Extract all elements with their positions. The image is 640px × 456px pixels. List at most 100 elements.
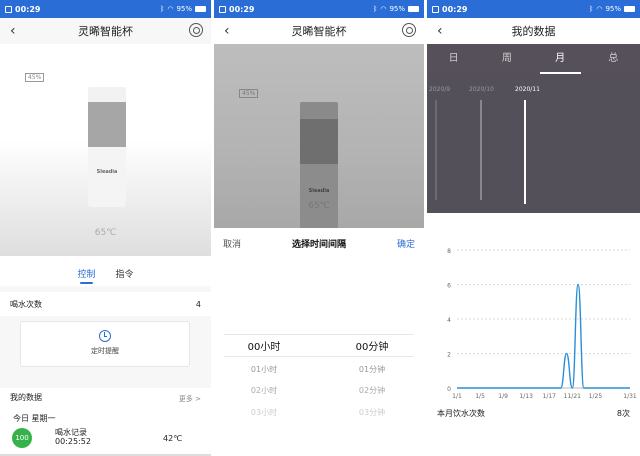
- my-data-screen: 00:29 ᛒ ◠ 95% ‹ 我的数据 日 周 月 总 2020/9 2020…: [427, 0, 640, 456]
- month-bar-active: [524, 100, 526, 204]
- control-tabs: 控制 指令: [0, 256, 211, 286]
- gear-icon[interactable]: [402, 23, 416, 37]
- series-line: [457, 283, 630, 389]
- x-tick-label: 1/5: [475, 393, 485, 400]
- hour-option[interactable]: 02小时: [224, 385, 304, 396]
- chart-footer: 本月饮水次数 8次: [427, 405, 640, 421]
- status-right: ᛒ ◠ 95%: [589, 5, 635, 13]
- chart-svg: 0 2 4 6 8 1/1 1/5 1/9 1/13 1/17 11/21 1/25 1/31: [447, 248, 637, 400]
- avatar: 100: [12, 428, 32, 448]
- month-bar: [435, 100, 437, 200]
- page-title: 灵晞智能杯: [291, 25, 347, 38]
- selection-line-top: [224, 334, 414, 335]
- x-tick-label: 1/25: [589, 393, 603, 400]
- bluetooth-icon: ᛒ: [589, 5, 594, 13]
- title-bar: ‹ 我的数据: [427, 18, 640, 44]
- battery-icon: [624, 6, 635, 12]
- footer-label: 本月饮水次数: [437, 408, 485, 418]
- battery-icon: [408, 6, 419, 12]
- y-tick-label: 2: [447, 352, 451, 359]
- tab-command[interactable]: 指令: [116, 267, 134, 286]
- notification-icon: [432, 5, 439, 13]
- status-bar: 00:29 ᛒ ◠ 95%: [0, 0, 211, 18]
- y-tick-label: 8: [447, 248, 451, 255]
- month-label-active[interactable]: 2020/11: [515, 86, 540, 93]
- tab-week[interactable]: 周: [480, 44, 533, 74]
- minute-selected[interactable]: 00分钟: [332, 338, 412, 353]
- minute-option[interactable]: 03分钟: [332, 407, 412, 418]
- status-time: 00:29: [442, 4, 468, 14]
- interval-picker-screen: 00:29 ᛒ ◠ 95% ‹ 灵晞智能杯 45% Sleadia 65℃ 取消: [214, 0, 424, 456]
- clock-icon: [99, 330, 111, 342]
- cup-brand: Sleadia: [96, 169, 118, 175]
- my-data-section: 我的数据 更多 > 今日 星期一 100 喝水记录 00:25:52 42℃: [0, 388, 211, 456]
- today-label: 今日 星期一: [13, 414, 56, 423]
- page-title: 灵晞智能杯: [78, 25, 133, 38]
- month-label[interactable]: 2020/9: [429, 86, 450, 93]
- x-tick-label: 1/13: [519, 393, 533, 400]
- tab-total[interactable]: 总: [587, 44, 640, 74]
- gear-icon[interactable]: [189, 23, 203, 37]
- status-bar: 00:29 ᛒ ◠ 95%: [427, 0, 640, 18]
- x-tick-label: 1/1: [452, 393, 462, 400]
- cancel-button[interactable]: 取消: [223, 237, 241, 250]
- hour-selected[interactable]: 00小时: [224, 338, 304, 353]
- battery-icon: [195, 6, 206, 12]
- back-button[interactable]: ‹: [10, 22, 16, 40]
- title-bar: ‹ 灵晞智能杯: [0, 18, 211, 44]
- y-tick-label: 4: [447, 317, 451, 324]
- x-tick-label: 11/21: [564, 393, 581, 400]
- minute-option[interactable]: 02分钟: [332, 385, 412, 396]
- status-right: ᛒ ◠ 95%: [160, 5, 206, 13]
- wifi-icon: ◠: [596, 5, 603, 13]
- cup-brand: Sleadia: [308, 188, 330, 194]
- month-label[interactable]: 2020/10: [469, 86, 494, 93]
- reminder-label: 定时提醒: [91, 347, 119, 355]
- record-time: 00:25:52: [55, 437, 91, 446]
- bluetooth-icon: ᛒ: [160, 5, 165, 13]
- x-tick-label: 1/17: [543, 393, 557, 400]
- title-bar: ‹ 灵晞智能杯: [214, 18, 424, 44]
- month-bar: [480, 100, 482, 200]
- battery-text: 95%: [176, 5, 192, 13]
- confirm-button[interactable]: 确定: [397, 237, 415, 250]
- wifi-icon: ◠: [167, 5, 174, 13]
- tab-control[interactable]: 控制: [77, 267, 96, 286]
- x-tick-label: 1/31: [623, 393, 637, 400]
- hour-option[interactable]: 03小时: [224, 407, 304, 418]
- status-bar: 00:29 ᛒ ◠ 95%: [214, 0, 424, 18]
- selection-line-bottom: [224, 356, 414, 357]
- period-tabs: 日 周 月 总: [427, 44, 640, 74]
- back-button[interactable]: ‹: [437, 22, 443, 40]
- back-button[interactable]: ‹: [224, 22, 230, 40]
- cup-image: Sleadia: [88, 87, 126, 207]
- temperature-readout: 65℃: [94, 228, 117, 238]
- bluetooth-icon: ᛒ: [373, 5, 378, 13]
- status-time: 00:29: [229, 4, 255, 14]
- interval-picker: 00小时 01小时 02小时 03小时 00分钟 01分钟 02分钟 03分钟: [214, 258, 424, 456]
- more-link[interactable]: 更多 >: [179, 394, 201, 404]
- drink-count-row: 喝水次数 4: [0, 292, 211, 316]
- picker-header: 取消 选择时间间隔 确定: [214, 228, 424, 258]
- status-right: ᛒ ◠ 95%: [373, 5, 419, 13]
- hour-option[interactable]: 01小时: [224, 364, 304, 375]
- battery-badge: 45%: [239, 89, 259, 98]
- page-title: 我的数据: [511, 25, 556, 38]
- tab-month[interactable]: 月: [534, 44, 587, 74]
- battery-text: 95%: [605, 5, 621, 13]
- picker-title: 选择时间间隔: [291, 239, 346, 250]
- tab-day[interactable]: 日: [427, 44, 480, 74]
- x-tick-label: 1/9: [498, 393, 508, 400]
- y-tick-label: 6: [447, 283, 451, 290]
- status-time: 00:29: [15, 4, 41, 14]
- notification-icon: [219, 5, 226, 13]
- my-data-title: 我的数据: [10, 393, 42, 402]
- battery-text: 95%: [389, 5, 405, 13]
- notification-icon: [5, 5, 12, 13]
- device-control-screen: 00:29 ᛒ ◠ 95% ‹ 灵晞智能杯 45% Sleadia 65℃ 控制…: [0, 0, 211, 456]
- wifi-icon: ◠: [380, 5, 387, 13]
- month-selector: 2020/9 2020/10 2020/11: [427, 74, 640, 213]
- minute-option[interactable]: 01分钟: [332, 364, 412, 375]
- reminder-card[interactable]: 定时提醒: [20, 321, 190, 367]
- drink-count-value: 4: [195, 299, 201, 309]
